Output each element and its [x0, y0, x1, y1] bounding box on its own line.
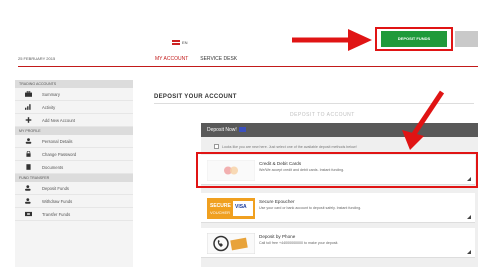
- panel-title: Deposit Now!: [207, 127, 237, 133]
- voucher-logo-text: SECURE: [210, 203, 232, 209]
- user-icon: [25, 138, 32, 144]
- method-description: Call toll free +44000000000 to make your…: [259, 241, 339, 245]
- expand-corner-icon: [467, 250, 471, 254]
- sidebar-item-add-account[interactable]: Add New Account: [15, 114, 133, 127]
- sidebar-item-withdraw-funds[interactable]: Withdraw Funds: [15, 195, 133, 208]
- sidebar-section-title: FUND TRANSFER: [15, 174, 133, 182]
- uk-flag-icon: [172, 40, 180, 45]
- sidebar-section-title: MY PROFILE: [15, 127, 133, 135]
- section-subtitle: DEPOSIT TO ACCOUNT: [290, 112, 355, 118]
- voucher-logo-subtext: VOUCHER: [210, 210, 230, 215]
- header-divider: [18, 66, 478, 67]
- plus-icon: [25, 117, 32, 123]
- sidebar-item-documents[interactable]: Documents: [15, 161, 133, 174]
- current-date: 25 FEBRUARY 2015: [18, 56, 56, 61]
- flag-badge-icon: [238, 127, 246, 133]
- sidebar-item-change-password[interactable]: Change Password: [15, 148, 133, 161]
- document-icon: [26, 164, 31, 170]
- user-minus-icon: [25, 198, 31, 204]
- method-name: Deposit by Phone: [259, 234, 296, 239]
- sidebar-item-deposit-funds[interactable]: Deposit Funds: [15, 182, 133, 195]
- sidebar-item-label: Deposit Funds: [42, 185, 69, 191]
- sidebar-item-label: Summary: [42, 91, 60, 97]
- checkbox[interactable]: [214, 144, 219, 149]
- panel-note: Looks like you are new here. Just select…: [214, 144, 357, 149]
- method-deposit-by-phone[interactable]: Deposit by Phone Call toll free +4400000…: [201, 228, 475, 258]
- sidebar-item-label: Withdraw Funds: [42, 198, 73, 204]
- phone-icon: [207, 233, 255, 254]
- method-secure-voucher[interactable]: SECURE VISA VOUCHER Secure Epoucher Use …: [201, 193, 475, 223]
- annotation-arrow-down: [402, 90, 445, 150]
- expand-corner-icon: [467, 215, 471, 219]
- language-label: EN: [182, 40, 188, 45]
- visa-logo-text: VISA: [235, 204, 247, 210]
- tab-my-account[interactable]: MY ACCOUNT: [155, 56, 188, 62]
- lock-icon: [26, 151, 31, 157]
- sidebar-item-label: Documents: [42, 164, 64, 170]
- sidebar-item-label: Change Password: [42, 151, 77, 157]
- secondary-header-button[interactable]: [455, 31, 478, 47]
- language-selector[interactable]: EN: [172, 40, 188, 45]
- sidebar-item-label: Add New Account: [42, 117, 76, 123]
- method-name: Secure Epoucher: [259, 199, 295, 204]
- annotation-arrow-right: [292, 29, 372, 51]
- sidebar-item-summary[interactable]: Summary: [15, 88, 133, 101]
- secure-voucher-logo: SECURE VISA VOUCHER: [207, 198, 255, 219]
- sidebar-item-activity[interactable]: Activity: [15, 101, 133, 114]
- page-title: DEPOSIT YOUR ACCOUNT: [154, 94, 237, 100]
- sidebar-item-transfer-funds[interactable]: Transfer Funds: [15, 208, 133, 221]
- sidebar-item-label: Activity: [42, 104, 56, 110]
- method-description: Use your card or bank account to deposit…: [259, 206, 362, 210]
- panel-note-text: Looks like you are new here. Just select…: [222, 144, 357, 149]
- sidebar-item-label: Personal Details: [42, 138, 73, 144]
- sidebar-item-label: Transfer Funds: [42, 211, 71, 217]
- method-highlight: [196, 152, 478, 188]
- main-nav: MY ACCOUNT SERVICE DESK: [155, 56, 237, 62]
- briefcase-icon: [25, 91, 32, 97]
- deposit-funds-button[interactable]: DEPOSIT FUNDS: [381, 31, 447, 47]
- sidebar-item-personal-details[interactable]: Personal Details: [15, 135, 133, 148]
- chart-icon: [25, 104, 31, 110]
- user-plus-icon: [25, 185, 31, 191]
- sidebar: TRADING ACCOUNTS Summary Activity Add Ne…: [15, 80, 133, 267]
- transfer-icon: [25, 211, 32, 217]
- sidebar-section-title: TRADING ACCOUNTS: [15, 80, 133, 88]
- tab-service-desk[interactable]: SERVICE DESK: [200, 56, 237, 62]
